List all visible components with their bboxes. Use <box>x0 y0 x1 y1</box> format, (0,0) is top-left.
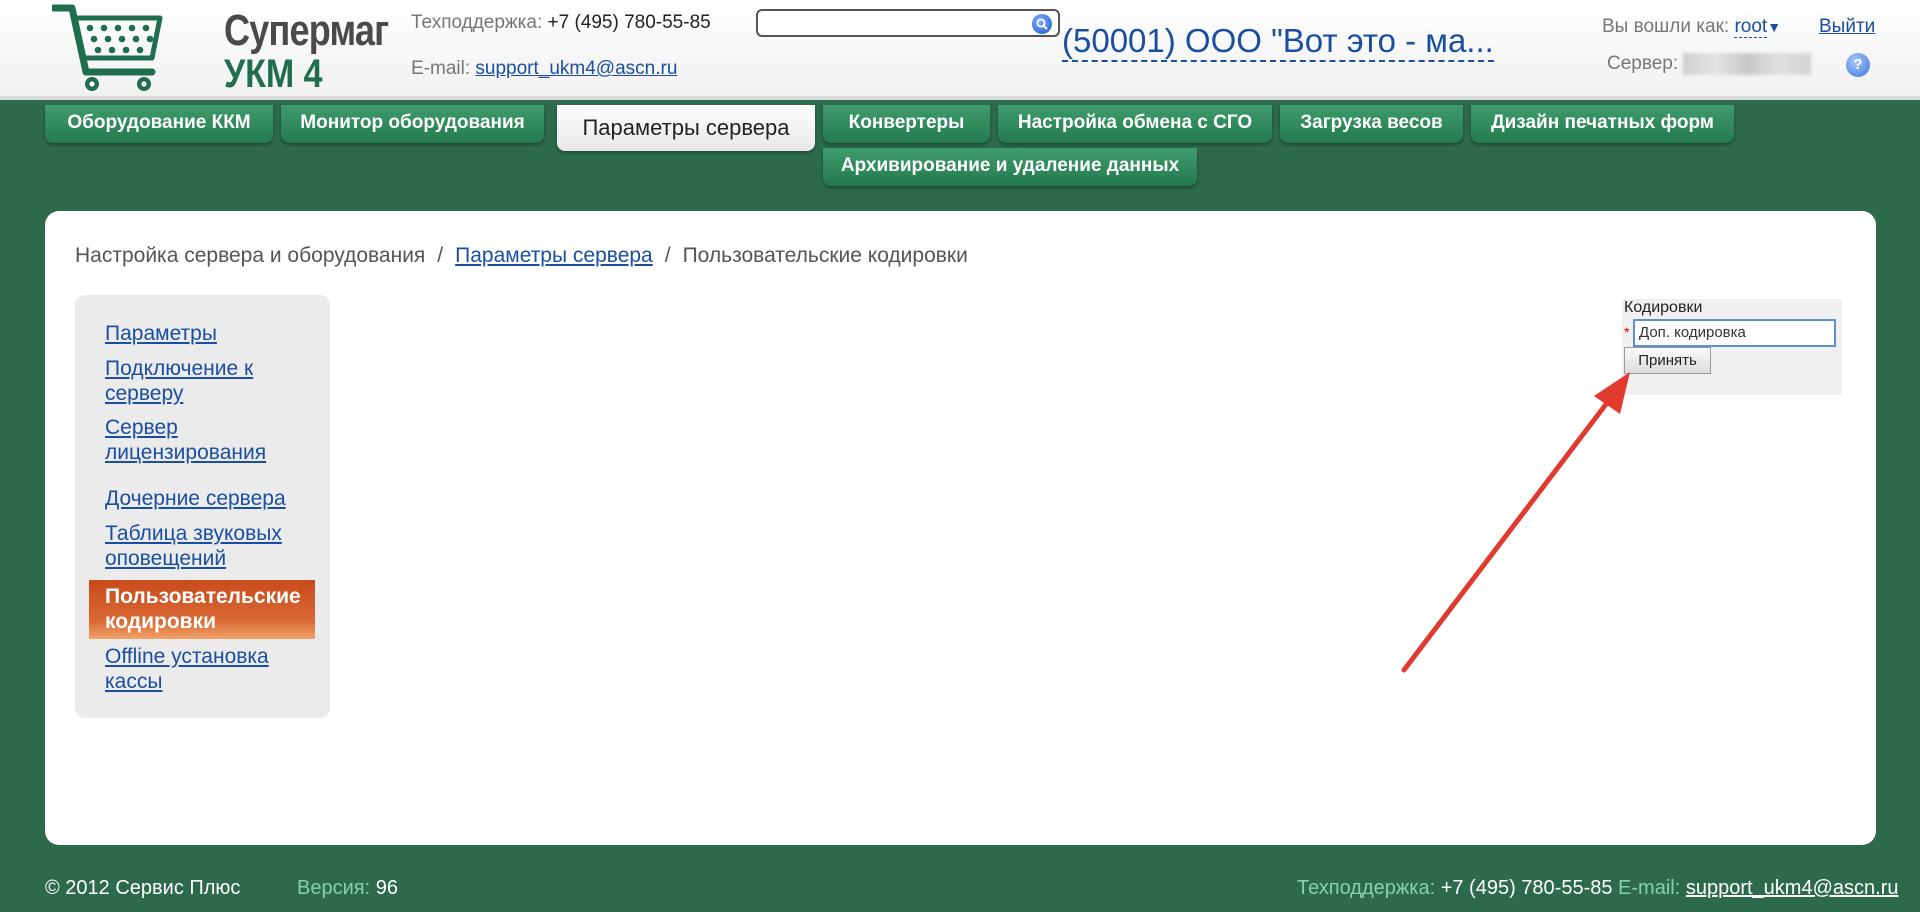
breadcrumb-parent-link[interactable]: Параметры сервера <box>455 244 653 267</box>
support-label: Техподдержка: <box>411 12 543 33</box>
footer-copyright: © 2012 Сервис Плюс <box>45 877 241 899</box>
support-email-link[interactable]: support_ukm4@ascn.ru <box>475 58 677 79</box>
footer-email-link[interactable]: support_ukm4@ascn.ru <box>1686 877 1899 899</box>
tab-print-forms-design[interactable]: Дизайн печатных форм <box>1471 105 1734 143</box>
encodings-form: Кодировки * Доп. кодировка Принять <box>1622 299 1842 395</box>
top-header: Супермаг УКМ 4 Техподдержка: +7 (495) 78… <box>0 0 1920 100</box>
breadcrumb: Настройка сервера и оборудования / Парамет… <box>75 244 968 268</box>
version-label: Версия: <box>297 877 371 899</box>
help-icon[interactable]: ? <box>1846 53 1870 77</box>
breadcrumb-separator: / <box>437 244 444 267</box>
tab-converters[interactable]: Конвертеры <box>823 105 990 143</box>
support-phone: +7 (495) 780-55-85 <box>547 12 711 33</box>
sidebar-item-license-server[interactable]: Сервер лицензирования <box>105 415 310 465</box>
logout-link[interactable]: Выйти <box>1819 16 1875 38</box>
encoding-input[interactable]: Доп. кодировка <box>1633 319 1836 347</box>
sidebar-item-parameters[interactable]: Параметры <box>105 321 310 346</box>
breadcrumb-current: Пользовательские кодировки <box>682 244 968 267</box>
logged-in-info: Вы вошли как: root▼ <box>1602 16 1781 38</box>
annotation-arrow-icon <box>1401 372 1630 673</box>
footer-support: Техподдержка: +7 (495) 780-55-85 E-mail:… <box>1297 877 1898 900</box>
organization-selector[interactable]: (50001) ООО "Вот это - ма... <box>1062 22 1494 62</box>
footer-version: Версия: 96 <box>297 877 398 900</box>
sidebar-item-custom-encodings[interactable]: Пользовательские кодировки <box>89 580 315 639</box>
logged-in-label: Вы вошли как: <box>1602 16 1730 37</box>
server-name-redacted <box>1683 53 1812 75</box>
sidebar-item-server-connection[interactable]: Подключение к серверу <box>105 356 310 406</box>
tab-scales-upload[interactable]: Загрузка весов <box>1280 105 1463 143</box>
logo[interactable]: Супермаг УКМ 4 <box>50 2 389 96</box>
breadcrumb-separator: / <box>664 244 671 267</box>
encodings-title: Кодировки <box>1624 299 1703 316</box>
sidebar-item-child-servers[interactable]: Дочерние сервера <box>105 486 310 511</box>
tab-kkm-equipment[interactable]: Оборудование ККМ <box>45 105 273 143</box>
chevron-down-icon[interactable]: ▼ <box>1767 19 1781 35</box>
search-icon[interactable] <box>1032 14 1052 34</box>
sidebar-item-sound-alerts[interactable]: Таблица звуковых оповещений <box>105 521 310 571</box>
server-info: Сервер: <box>1607 53 1812 75</box>
user-menu[interactable]: root <box>1734 16 1768 38</box>
footer-email-label: E-mail: <box>1618 877 1681 899</box>
version-number: 96 <box>375 877 398 899</box>
shopping-cart-icon <box>50 4 163 91</box>
logo-subtitle: УКМ 4 <box>224 52 323 96</box>
sidebar-item-offline-install[interactable]: Offline установка кассы <box>105 644 310 694</box>
tab-archiving[interactable]: Архивирование и удаление данных <box>823 148 1197 186</box>
breadcrumb-root: Настройка сервера и оборудования <box>75 244 426 267</box>
tab-equipment-monitor[interactable]: Монитор оборудования <box>281 105 544 143</box>
logo-title: Супермаг <box>224 6 389 55</box>
header-support: Техподдержка: +7 (495) 780-55-85 <box>411 12 711 34</box>
search-box[interactable] <box>756 9 1060 37</box>
header-email: E-mail: support_ukm4@ascn.ru <box>411 58 677 80</box>
tab-sgo-exchange[interactable]: Настройка обмена с СГО <box>998 105 1272 143</box>
required-mark: * <box>1624 324 1630 340</box>
email-label: E-mail: <box>411 58 471 79</box>
sidebar: Параметры Подключение к серверу Сервер л… <box>75 295 330 718</box>
search-input[interactable] <box>764 12 1024 34</box>
tab-server-parameters[interactable]: Параметры сервера <box>557 105 815 151</box>
footer-support-phone: +7 (495) 780-55-85 <box>1440 877 1613 899</box>
footer-support-label: Техподдержка: <box>1297 877 1436 899</box>
server-label: Сервер: <box>1607 53 1679 75</box>
